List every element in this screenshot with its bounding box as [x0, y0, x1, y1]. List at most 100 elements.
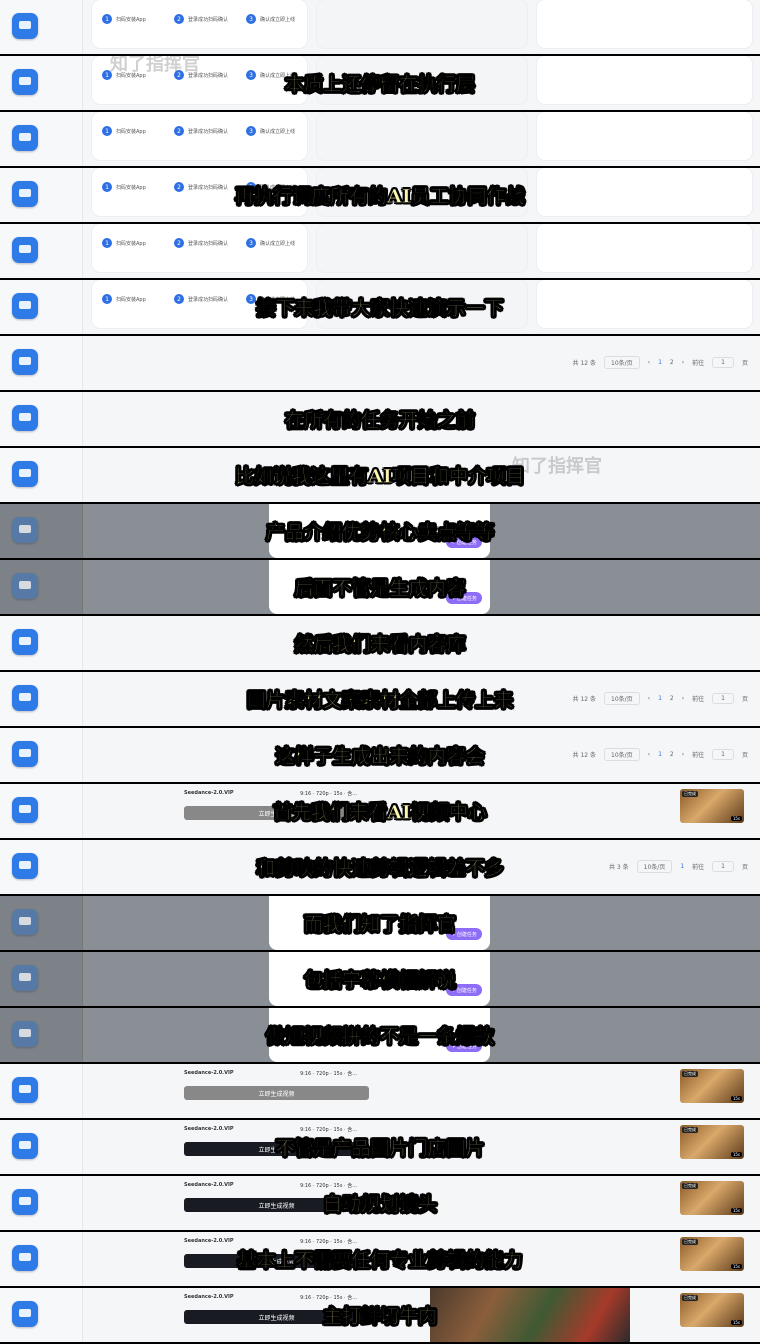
goto-page-input[interactable]: 1 — [712, 357, 734, 368]
setup-step: 2 登录成功扫码确认 — [174, 126, 246, 136]
video-spec: 9:16 · 720p · 15s · 含... — [300, 1071, 357, 1077]
screenshot-strip: Seedance-2.0.VIP 立即生成视频 9:16 · 720p · 15s … — [0, 1064, 760, 1118]
page-2-button[interactable]: 2 — [670, 359, 674, 366]
step-number-icon: 1 — [102, 126, 112, 136]
step-label: 扫码安装App — [116, 16, 146, 23]
generate-video-button[interactable]: 立即生成视频 — [184, 1086, 369, 1100]
screenshot-strip: Seedance-2.0.VIP 立即生成视频 9:16 · 720p · 15s … — [0, 784, 760, 838]
screenshot-strip: Seedance-2.0.VIP 立即生成视频 9:16 · 720p · 15s … — [0, 1288, 760, 1342]
sidebar — [0, 112, 83, 166]
page-size-select[interactable]: 10条/页 — [604, 356, 640, 369]
video-spec: 9:16 · 720p · 15s · 含... — [300, 1127, 357, 1133]
setup-step: 1 扫码安装App — [102, 126, 174, 136]
subtitle-caption: 做短视频拼的不是一条爆款 — [265, 1025, 495, 1048]
subtitle-caption: 这样子生成出来的内容会 — [275, 745, 485, 768]
setup-step: 3 确认成立即上线 — [246, 238, 318, 248]
setup-step: 3 确认成立即上线 — [246, 126, 318, 136]
screenshot-strip: Seedance-2.0.VIP 立即生成视频 9:16 · 720p · 15s … — [0, 1176, 760, 1230]
video-spec: 9:16 · 720p · 15s · 含... — [300, 791, 357, 797]
preview-panel — [537, 112, 752, 160]
subtitle-caption: 接下来我带大家快速演示一下 — [256, 297, 504, 320]
video-spec: 9:16 · 720p · 15s · 含... — [300, 1295, 357, 1301]
step-number-icon: 1 — [102, 238, 112, 248]
binding-panel — [92, 0, 307, 48]
goto-label: 前往 — [692, 360, 705, 367]
sidebar — [0, 224, 83, 278]
screenshot-strip: + 创建任务 做短视频拼的不是一条爆款 — [0, 1008, 760, 1062]
subtitle-caption: 自动规划镜头 — [322, 1193, 438, 1216]
status-badge: 已完成 — [682, 1295, 698, 1301]
step-number-icon: 1 — [102, 14, 112, 24]
step-number-icon: 2 — [174, 238, 184, 248]
screenshot-strip: 1 扫码安装App 2 登录成功扫码确认 3 确认成立即上线 知了指挥官 本质上还停留在执行层 — [0, 56, 760, 110]
sidebar — [0, 0, 83, 54]
setup-steps: 1 扫码安装App 2 登录成功扫码确认 3 确认成立即上线 — [102, 238, 318, 248]
pagination-total: 共 12 条 — [572, 360, 596, 367]
next-page-button[interactable]: › — [682, 359, 684, 366]
screenshot-strip: 在所有的任务开始之前 — [0, 392, 760, 446]
subtitle-caption: 再执行调度所有的AI员工协同作战 — [235, 185, 525, 208]
step-label: 登录成功扫码确认 — [188, 128, 229, 135]
setup-step: 3 确认成立即上线 — [246, 14, 318, 24]
screenshot-strip: 共 12 条 10条/页 ‹ 1 2 › 前往 1 页这样子生成出来的内容会 — [0, 728, 760, 782]
subtitle-caption: 然后我们来看内容库 — [294, 633, 466, 656]
step-label: 登录成功扫码确认 — [188, 240, 229, 247]
step-label: 确认成立即上线 — [260, 16, 296, 23]
subtitle-caption: 本质上还停留在执行层 — [284, 73, 476, 96]
setup-step: 2 登录成功扫码确认 — [174, 238, 246, 248]
status-badge: 已完成 — [682, 1183, 698, 1189]
subtitle-caption: 产品介绍优势核心卖点等等 — [265, 521, 495, 544]
status-badge: 已完成 — [682, 1071, 698, 1077]
page-1-button[interactable]: 1 — [658, 359, 662, 366]
step-label: 确认成立即上线 — [260, 128, 296, 135]
screenshot-strip: 1 扫码安装App 2 登录成功扫码确认 3 确认成立即上线 — [0, 112, 760, 166]
step-number-icon: 2 — [174, 126, 184, 136]
subtitle-caption: 基本上不需要任何专业剪辑的能力 — [237, 1249, 523, 1272]
subtitle-caption: 和剪映的快速剪辑逻辑差不多 — [256, 857, 504, 880]
step-label: 扫码安装App — [116, 128, 146, 135]
step-label: 扫码安装App — [116, 240, 146, 247]
subtitle-caption: 而我们知了指挥官 — [303, 913, 457, 936]
status-badge: 已完成 — [682, 791, 698, 797]
setup-steps: 1 扫码安装App 2 登录成功扫码确认 3 确认成立即上线 — [102, 126, 318, 136]
step-number-icon: 2 — [174, 14, 184, 24]
subtitle-caption: 不管是产品图片门店图片 — [275, 1137, 485, 1160]
status-badge: 已完成 — [682, 1239, 698, 1245]
subtitle-caption: 比如说我这里有AI项目和中介项目 — [235, 465, 525, 488]
app-logo-icon[interactable] — [12, 349, 38, 375]
screenshot-strip: 然后我们来看内容库 — [0, 616, 760, 670]
video-spec: 9:16 · 720p · 15s · 含... — [300, 1239, 357, 1245]
app-logo-icon[interactable] — [12, 125, 38, 151]
prev-page-button[interactable]: ‹ — [648, 359, 650, 366]
content-panel — [317, 0, 527, 48]
app-logo-icon[interactable] — [12, 13, 38, 39]
subtitle-caption: 包括字幕横幅解说 — [303, 969, 457, 992]
step-label: 确认成立即上线 — [260, 240, 296, 247]
screenshot-strip: + 创建任务 后面不管是生成内容 — [0, 560, 760, 614]
setup-step: 1 扫码安装App — [102, 14, 174, 24]
binding-panel — [92, 224, 307, 272]
app-logo-icon[interactable] — [12, 237, 38, 263]
app-logo-icon[interactable] — [12, 1077, 38, 1103]
screenshot-strip: 共 12 条 10条/页 ‹ 1 2 › 前往 1 页 — [0, 336, 760, 390]
screenshot-strip: 共 12 条 10条/页 ‹ 1 2 › 前往 1 页图片素材文案素材全部上传上来 — [0, 672, 760, 726]
duration-badge: 15s — [730, 1096, 742, 1101]
subtitle-caption: 图片素材文案素材全部上传上来 — [246, 689, 514, 712]
screenshot-strip: 1 扫码安装App 2 登录成功扫码确认 3 确认成立即上线 — [0, 224, 760, 278]
subtitle-caption: 后面不管是生成内容 — [294, 577, 466, 600]
step-number-icon: 3 — [246, 14, 256, 24]
subtitle-caption: 在所有的任务开始之前 — [284, 409, 476, 432]
binding-panel — [92, 112, 307, 160]
video-thumbnail[interactable]: 已完成 15s — [680, 1069, 744, 1103]
subtitle-caption: 首先我们来看AI视频中心 — [273, 801, 487, 824]
screenshot-strip: 知了指挥官 比如说我这里有AI项目和中介项目 — [0, 448, 760, 502]
screenshot-strip: 共 3 条 10条/页 1 前往 1 页和剪映的快速剪辑逻辑差不多 — [0, 840, 760, 894]
step-label: 登录成功扫码确认 — [188, 16, 229, 23]
preview-panel — [537, 0, 752, 48]
setup-step: 2 登录成功扫码确认 — [174, 14, 246, 24]
screenshot-strip: + 创建任务 产品介绍优势核心卖点等等 — [0, 504, 760, 558]
screenshot-strip: 1 扫码安装App 2 登录成功扫码确认 3 确认成立即上线 — [0, 0, 760, 54]
preview-panel — [537, 224, 752, 272]
setup-step: 1 扫码安装App — [102, 238, 174, 248]
video-spec: 9:16 · 720p · 15s · 含... — [300, 1183, 357, 1189]
